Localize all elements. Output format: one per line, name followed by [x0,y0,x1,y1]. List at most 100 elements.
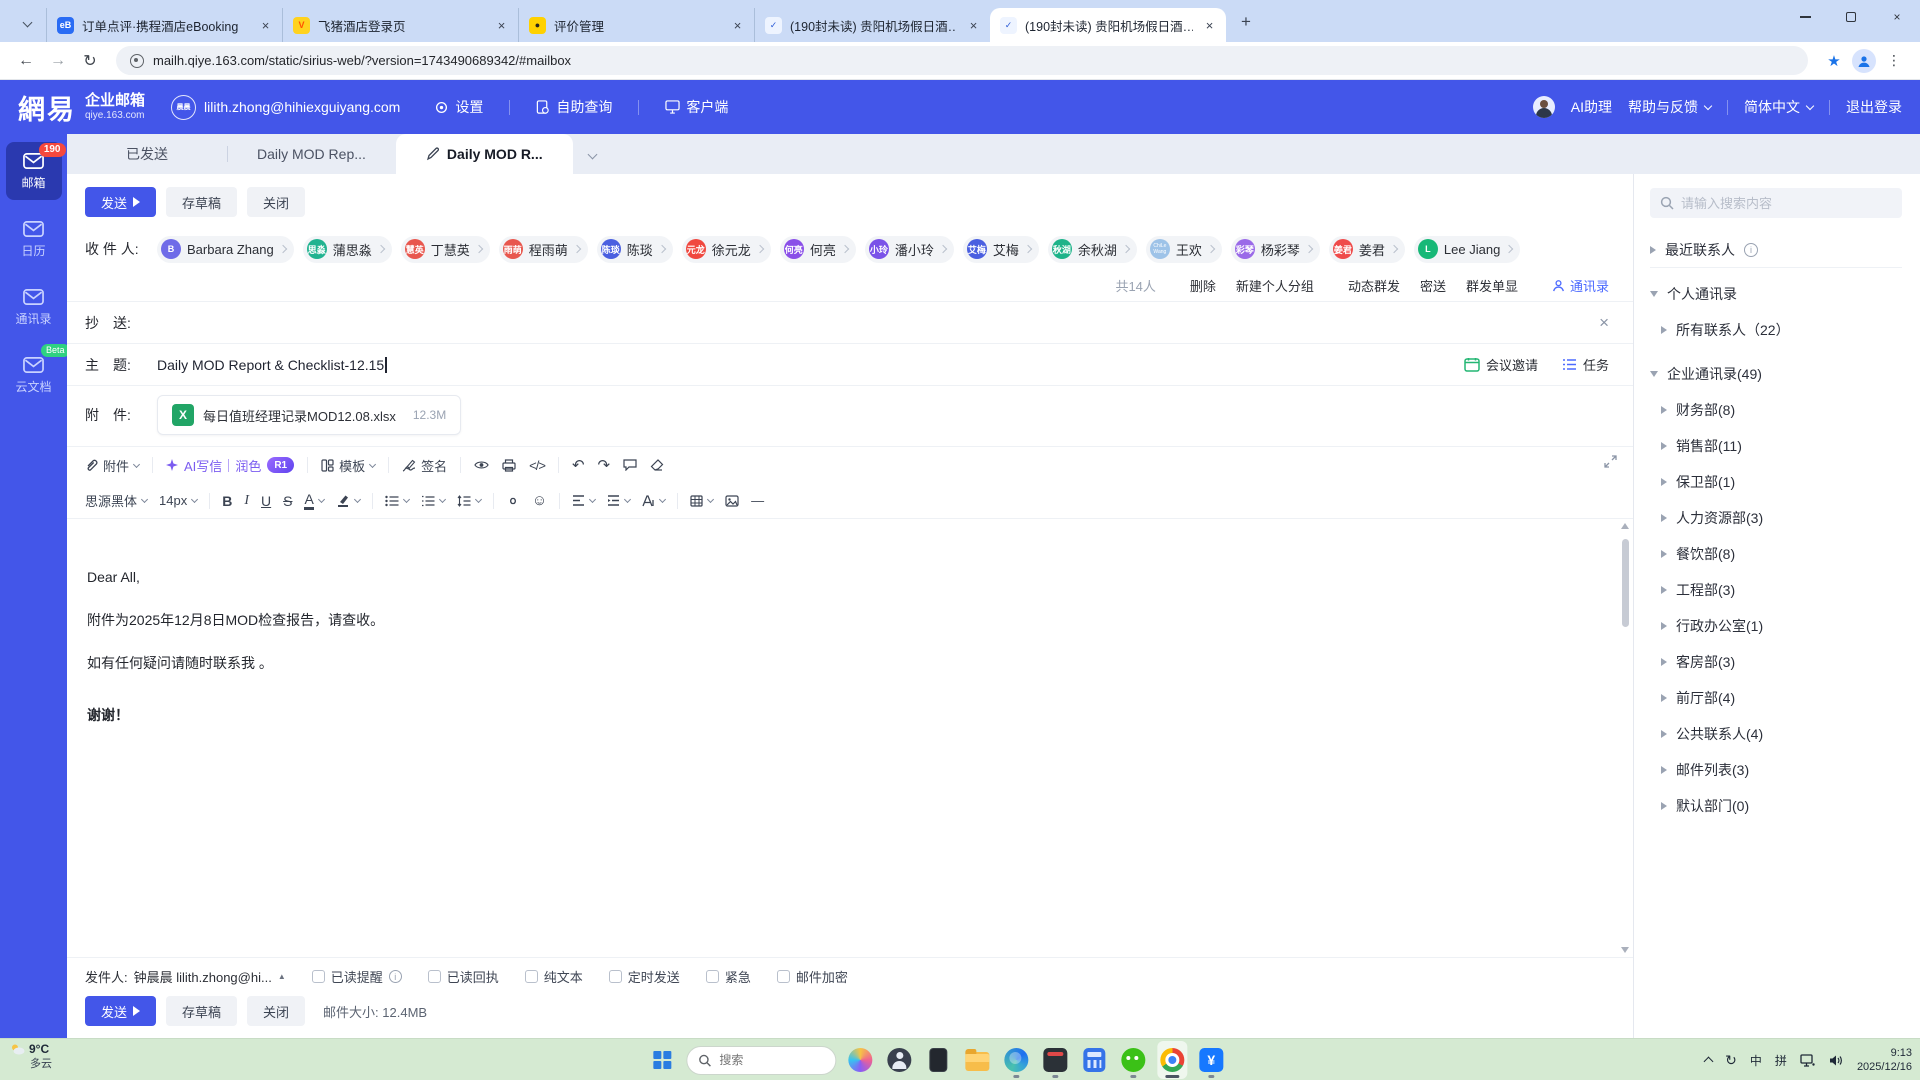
source-code-button[interactable]: </> [529,458,546,473]
rail-item[interactable]: 190 邮箱 [5,142,66,200]
underline-button[interactable]: U [261,493,271,509]
text-style-button[interactable] [642,494,667,507]
indent-button[interactable] [607,495,632,506]
addressbook-link[interactable]: 通讯录 [1552,276,1609,295]
recipient-chip[interactable]: L Lee Jiang [1413,235,1521,263]
checkbox[interactable] [427,970,441,983]
mail-tab[interactable]: Daily MOD R... [395,134,573,174]
font-family-select[interactable]: 思源黑体 [85,491,149,510]
tab-search-chevron[interactable] [12,7,42,37]
forward-button[interactable]: → [44,47,72,75]
checkbox[interactable] [705,970,719,983]
ai-write-button[interactable]: AI写信 润色 R1 [166,456,295,475]
rail-item[interactable]: 日历 [6,210,62,268]
calculator-button[interactable] [1079,1041,1109,1079]
start-button[interactable] [647,1041,677,1079]
redo-button[interactable]: ↷ [598,456,611,474]
highlight-color-button[interactable] [336,494,361,507]
scroll-down-icon[interactable] [1621,947,1629,953]
browser-profile-avatar[interactable] [1852,48,1876,73]
subject-value[interactable]: Daily MOD Report & Checklist-12.15 [157,357,384,373]
tree-arrow-icon[interactable] [1661,802,1667,810]
rail-item[interactable]: Beta 云文档 [6,344,70,404]
tab-close-icon[interactable] [493,17,510,34]
tree-arrow-icon[interactable] [1661,442,1667,450]
contact-group-row[interactable]: 所有联系人（22） [1650,312,1902,348]
print-icon[interactable] [502,458,516,472]
self-service-button[interactable]: 自助查询 [536,97,612,117]
window-maximize-button[interactable] [1828,0,1874,34]
contact-group-row[interactable]: 人力资源部(3) [1650,500,1902,536]
browser-menu-icon[interactable]: ⋮ [1880,47,1908,75]
recipient-chip[interactable]: 彩琴 杨彩琴 [1230,235,1320,263]
attach-file-button[interactable]: 附件 [85,456,141,475]
tree-arrow-icon[interactable] [1661,326,1667,334]
send-option-checkbox[interactable]: 已读提醒 [311,967,402,986]
tree-arrow-icon[interactable] [1661,550,1667,558]
align-button[interactable] [572,495,597,506]
contact-group-row[interactable]: 最近联系人 [1650,232,1902,268]
recipient-chip[interactable]: 雨萌 程雨萌 [498,235,588,263]
scroll-up-icon[interactable] [1621,523,1629,529]
contact-group-row[interactable]: 销售部(11) [1650,428,1902,464]
sync-icon[interactable]: ↻ [1725,1052,1737,1069]
ai-assistant-button[interactable]: AI助理 [1571,97,1612,117]
tree-arrow-icon[interactable] [1650,291,1658,297]
contact-group-row[interactable]: 保卫部(1) [1650,464,1902,500]
browser-tab[interactable]: eB 订单点评·携程酒店eBooking [46,8,282,42]
file-explorer-button[interactable] [962,1041,992,1079]
contact-search-input[interactable] [1681,195,1892,211]
send-option-checkbox[interactable]: 定时发送 [608,967,680,986]
store-button[interactable] [1040,1041,1070,1079]
horizontal-rule-button[interactable]: — [751,493,764,508]
recipient-chip[interactable]: 思淼 蒲思淼 [302,235,392,263]
signature-button[interactable]: 签名 [402,456,447,475]
tab-close-icon[interactable] [965,17,982,34]
insert-image-button[interactable] [725,494,739,507]
task-button[interactable]: 任务 [1562,355,1609,374]
tree-arrow-icon[interactable] [1661,514,1667,522]
tree-arrow-icon[interactable] [1650,371,1658,377]
network-icon[interactable] [1800,1053,1816,1067]
window-minimize-button[interactable] [1782,0,1828,34]
client-button[interactable]: 客户端 [665,97,728,117]
ime-language[interactable]: 中 [1750,1052,1762,1069]
ai-polish-button[interactable]: 润色 [235,456,261,475]
bullet-list-button[interactable] [385,495,410,507]
account-menu[interactable]: 晨晨 lilith.zhong@hihiexguiyang.com [171,94,400,120]
tree-arrow-icon[interactable] [1661,586,1667,594]
logout-button[interactable]: 退出登录 [1846,97,1902,117]
contact-group-row[interactable]: 个人通讯录 [1650,276,1902,312]
recipient-chip[interactable]: 秋湖 余秋湖 [1047,235,1137,263]
tree-arrow-icon[interactable] [1661,766,1667,774]
tree-arrow-icon[interactable] [1650,245,1656,254]
voice-assistant-button[interactable] [884,1041,914,1079]
recipient-chip[interactable]: 元龙 徐元龙 [681,235,771,263]
recipient-chip[interactable]: 艾梅 艾梅 [962,235,1039,263]
scrollbar-thumb[interactable] [1621,539,1629,627]
url-field[interactable]: mailh.qiye.163.com/static/sirius-web/?ve… [116,46,1808,75]
phone-link-button[interactable] [923,1041,953,1079]
browser-tab[interactable]: V 飞猪酒店登录页 [282,8,518,42]
contact-group-row[interactable]: 工程部(3) [1650,572,1902,608]
save-draft-button-bottom[interactable]: 存草稿 [166,996,238,1026]
taskbar-search-input[interactable] [719,1053,810,1067]
meeting-invite-button[interactable]: 会议邀请 [1464,355,1538,374]
reload-button[interactable]: ↻ [76,47,104,75]
ime-mode[interactable]: 拼 [1775,1052,1787,1069]
tree-arrow-icon[interactable] [1661,622,1667,630]
checkbox[interactable] [776,970,790,983]
browser-tab[interactable]: ● 评价管理 [518,8,754,42]
subject-row[interactable]: 主 题: Daily MOD Report & Checklist-12.15 … [67,344,1633,386]
undo-button[interactable]: ↶ [572,456,585,474]
cc-row[interactable]: 抄 送: × [67,302,1633,344]
italic-button[interactable]: I [244,493,249,509]
recipient-action-link[interactable]: 密送 [1420,276,1446,295]
back-button[interactable]: ← [12,47,40,75]
taskbar-clock[interactable]: 9:13 2025/12/16 [1857,1046,1912,1074]
send-option-checkbox[interactable]: 紧急 [705,967,751,986]
recipient-chip[interactable]: B Barbara Zhang [157,235,294,263]
edge-button[interactable] [1001,1041,1031,1079]
insert-link-button[interactable] [506,495,520,507]
close-cc-icon[interactable]: × [1599,314,1609,331]
